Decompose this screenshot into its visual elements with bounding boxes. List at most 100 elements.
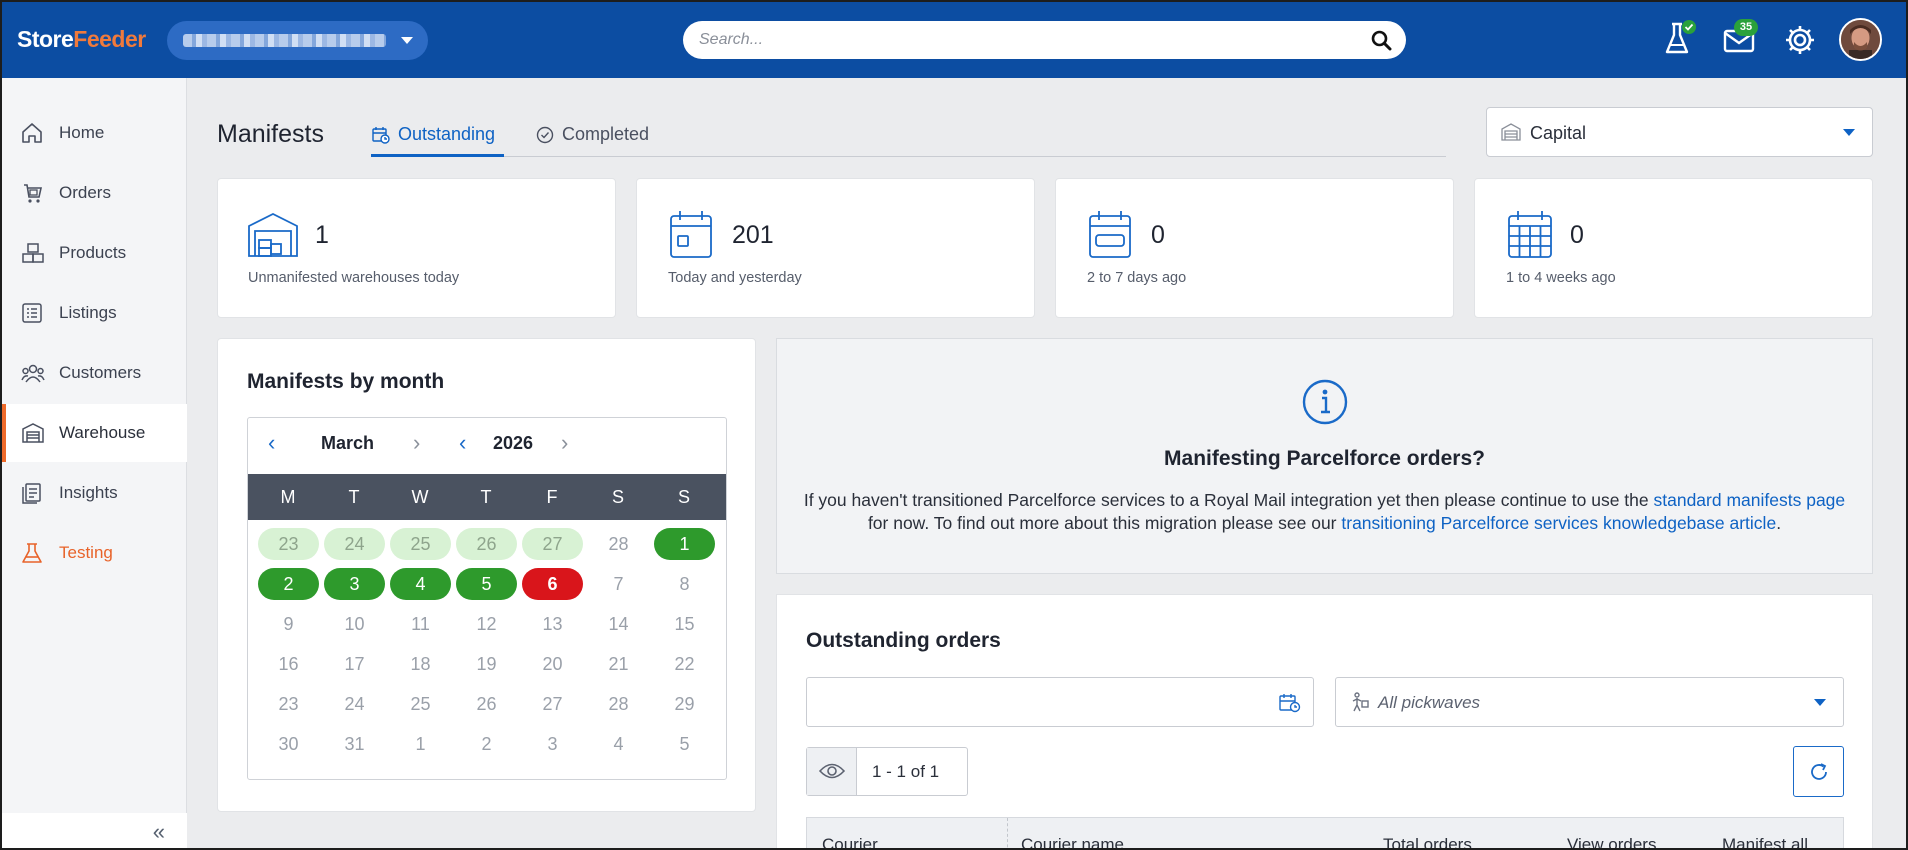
calendar-clock-icon[interactable]	[1279, 693, 1301, 713]
calendar-day[interactable]: 4	[390, 568, 451, 600]
warehouse-icon	[22, 423, 44, 443]
tab-outstanding[interactable]: Outstanding	[372, 124, 495, 145]
sidebar-item-testing[interactable]: Testing	[2, 524, 187, 582]
calendar-day[interactable]: 19	[456, 648, 517, 680]
calendar-day[interactable]: 24	[324, 528, 385, 560]
sidebar-item-orders[interactable]: Orders	[2, 164, 187, 222]
calendar-title: Manifests by month	[247, 370, 445, 393]
next-month-button[interactable]: ›	[413, 430, 420, 456]
collapse-sidebar-button[interactable]: «	[2, 813, 187, 848]
sidebar-item-home[interactable]: Home	[2, 104, 187, 162]
column-header-courier[interactable]: Courier	[822, 835, 878, 850]
calendar-day[interactable]: 1	[654, 528, 715, 560]
prev-year-button[interactable]: ‹	[459, 430, 466, 456]
pagination-label: 1 - 1 of 1	[872, 762, 940, 781]
calendar-day[interactable]: 15	[654, 608, 715, 640]
storefeeder-logo[interactable]: StoreFeeder	[17, 26, 146, 53]
calendar-day[interactable]: 28	[588, 688, 649, 720]
column-header-view-orders[interactable]: View orders	[1567, 835, 1656, 850]
calendar-day[interactable]: 23	[258, 528, 319, 560]
prev-month-button[interactable]: ‹	[268, 430, 275, 456]
calendar-day[interactable]: 3	[522, 728, 583, 760]
column-divider	[1007, 818, 1008, 850]
calendar-day[interactable]: 25	[390, 528, 451, 560]
sidebar-item-listings[interactable]: Listings	[2, 284, 187, 342]
products-icon	[22, 243, 44, 263]
calendar-day[interactable]: 26	[456, 688, 517, 720]
picker-person-icon	[1352, 692, 1369, 712]
calendar-day[interactable]: 26	[456, 528, 517, 560]
calendar-day[interactable]: 23	[258, 688, 319, 720]
refresh-button[interactable]	[1793, 746, 1844, 797]
calendar-day[interactable]: 16	[258, 648, 319, 680]
calendar-day[interactable]: 22	[654, 648, 715, 680]
date-filter-input[interactable]	[806, 677, 1314, 727]
chevron-down-icon	[401, 37, 413, 44]
tab-completed[interactable]: Completed	[536, 124, 649, 145]
calendar-day[interactable]: 5	[456, 568, 517, 600]
warehouse-icon	[248, 212, 298, 257]
avatar[interactable]	[1839, 18, 1882, 61]
calendar-day[interactable]: 14	[588, 608, 649, 640]
stat-card-2-to-7-days: 0 2 to 7 days ago	[1055, 178, 1454, 318]
calendar-day[interactable]: 24	[324, 688, 385, 720]
calendar-day[interactable]: 29	[654, 688, 715, 720]
calendar-day[interactable]: 12	[456, 608, 517, 640]
outstanding-orders-title: Outstanding orders	[806, 629, 1001, 652]
calendar-day[interactable]: 6	[522, 568, 583, 600]
search-input[interactable]	[699, 29, 1339, 51]
sidebar-item-warehouse[interactable]: Warehouse	[2, 404, 187, 462]
column-header-total-orders[interactable]: Total orders	[1383, 835, 1472, 850]
sidebar-item-customers[interactable]: Customers	[2, 344, 187, 402]
calendar-day[interactable]: 27	[522, 528, 583, 560]
search-bar	[683, 21, 1406, 59]
info-text: If you haven't transitioned Parcelforce …	[803, 490, 1846, 533]
lab-flask-icon[interactable]	[1664, 20, 1696, 56]
calendar-day[interactable]: 28	[588, 528, 649, 560]
calendar-day[interactable]: 1	[390, 728, 451, 760]
calendar-day[interactable]: 18	[390, 648, 451, 680]
search-icon[interactable]	[1371, 30, 1392, 51]
store-selector[interactable]	[167, 21, 428, 60]
calendar-week-icon	[1089, 211, 1131, 258]
calendar-day[interactable]: 25	[390, 688, 451, 720]
standard-manifests-link[interactable]: standard manifests page	[1654, 490, 1846, 510]
calendar-day[interactable]: 31	[324, 728, 385, 760]
calendar-day[interactable]: 7	[588, 568, 649, 600]
calendar-day[interactable]: 30	[258, 728, 319, 760]
calendar-day[interactable]: 4	[588, 728, 649, 760]
column-header-courier-name[interactable]: Courier name	[1021, 835, 1124, 850]
stat-card-today-yesterday: 201 Today and yesterday	[636, 178, 1035, 318]
sidebar-item-insights[interactable]: Insights	[2, 464, 187, 522]
sidebar-item-products[interactable]: Products	[2, 224, 187, 282]
calendar-day[interactable]: 2	[456, 728, 517, 760]
calendar-day[interactable]: 5	[654, 728, 715, 760]
eye-icon	[819, 763, 845, 779]
calendar-day[interactable]: 20	[522, 648, 583, 680]
weekday-label: T	[348, 487, 360, 507]
column-visibility-button[interactable]	[807, 748, 857, 795]
column-header-manifest-all[interactable]: Manifest all	[1722, 835, 1808, 850]
calendar-day[interactable]: 17	[324, 648, 385, 680]
calendar-day[interactable]: 11	[390, 608, 451, 640]
calendar-day[interactable]: 10	[324, 608, 385, 640]
double-chevron-left-icon: «	[152, 819, 165, 844]
knowledgebase-article-link[interactable]: transitioning Parcelforce services knowl…	[1341, 513, 1776, 533]
calendar-day[interactable]: 13	[522, 608, 583, 640]
pickwave-select[interactable]: All pickwaves	[1335, 677, 1844, 727]
outstanding-orders-card: Outstanding orders All pickwaves 1 - 1 o…	[776, 594, 1873, 850]
chevron-down-icon	[1843, 129, 1855, 136]
gear-icon[interactable]	[1784, 24, 1816, 56]
pagination-control: 1 - 1 of 1	[806, 747, 968, 796]
calendar-day[interactable]: 2	[258, 568, 319, 600]
insights-icon	[22, 483, 41, 504]
calendar-day[interactable]: 27	[522, 688, 583, 720]
calendar-day[interactable]: 8	[654, 568, 715, 600]
weekday-label: S	[677, 487, 690, 507]
warehouse-icon	[1501, 123, 1521, 141]
next-year-button[interactable]: ›	[561, 430, 568, 456]
calendar-day[interactable]: 3	[324, 568, 385, 600]
calendar-day[interactable]: 9	[258, 608, 319, 640]
warehouse-select[interactable]: Capital	[1486, 107, 1873, 157]
calendar-day[interactable]: 21	[588, 648, 649, 680]
